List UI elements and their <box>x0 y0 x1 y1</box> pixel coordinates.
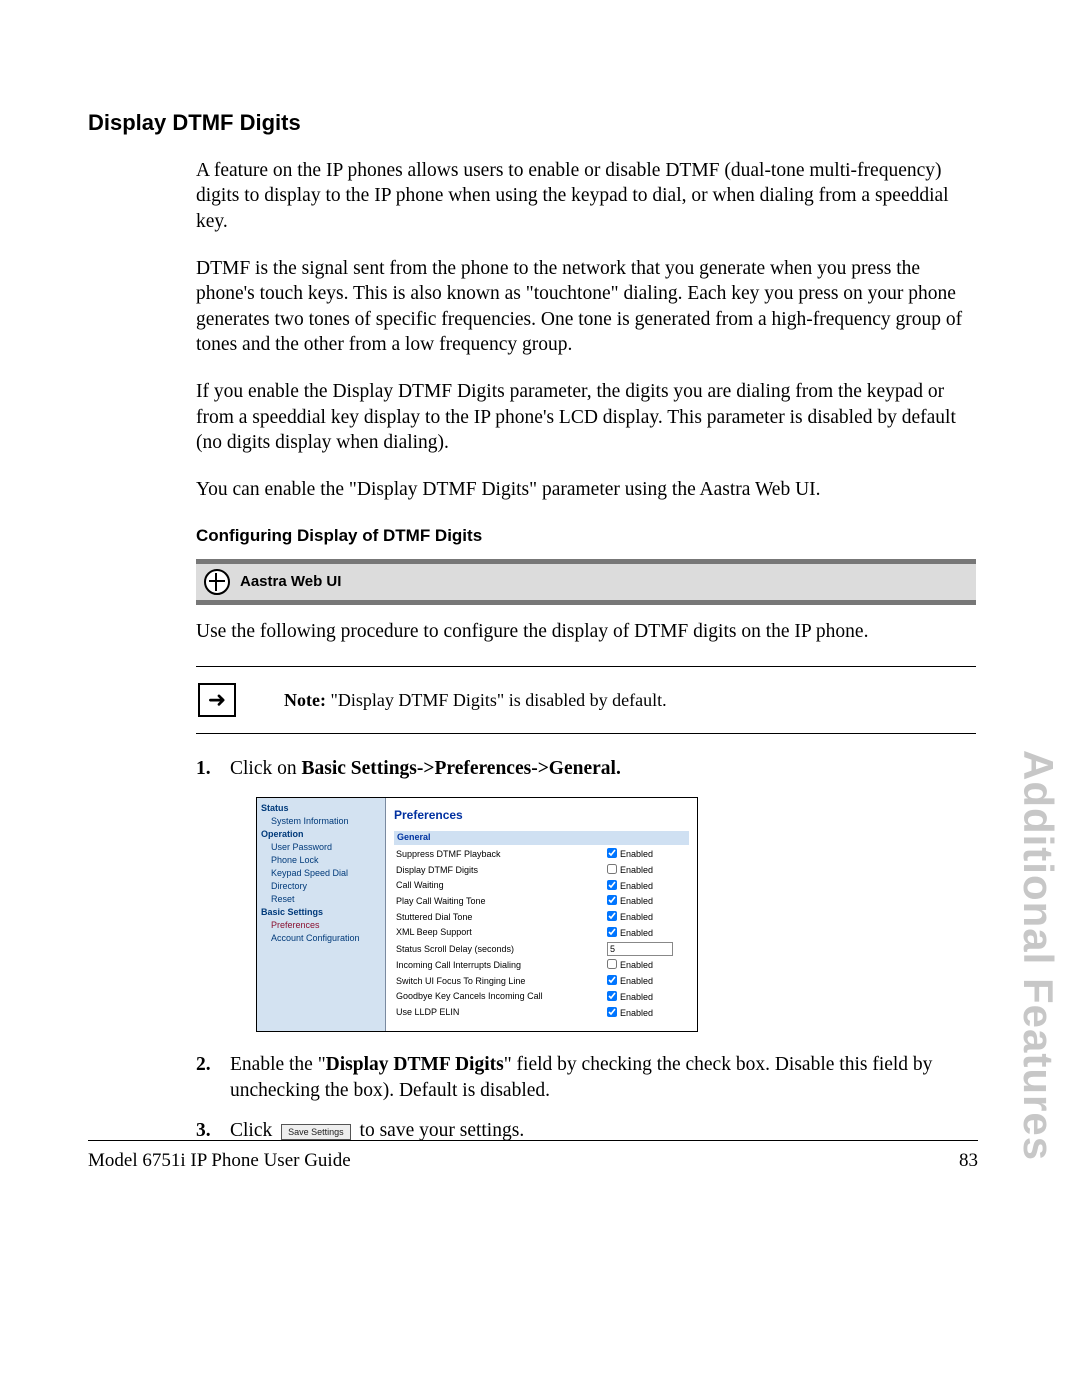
pref-label: Stuttered Dial Tone <box>394 910 605 926</box>
pref-label: Call Waiting <box>394 878 605 894</box>
paragraph: A feature on the IP phones allows users … <box>196 158 976 234</box>
pref-row: Stuttered Dial Tone Enabled <box>394 910 689 926</box>
webui-main: Preferences General Suppress DTMF Playba… <box>386 798 697 1031</box>
pref-row: Incoming Call Interrupts Dialing Enabled <box>394 958 689 974</box>
pref-row: Call Waiting Enabled <box>394 878 689 894</box>
section-title: Display DTMF Digits <box>88 110 978 136</box>
enabled-label: Enabled <box>620 881 653 891</box>
aastra-web-ui-banner: Aastra Web UI <box>196 559 976 605</box>
aastra-web-ui-screenshot: Status System Information Operation User… <box>256 797 698 1032</box>
pref-checkbox[interactable] <box>607 1007 617 1017</box>
enabled-label: Enabled <box>620 992 653 1002</box>
steps-list-cont: 2. Enable the "Display DTMF Digits" fiel… <box>196 1052 976 1145</box>
pref-checkbox[interactable] <box>607 864 617 874</box>
pref-checkbox[interactable] <box>607 927 617 937</box>
enabled-label: Enabled <box>620 849 653 859</box>
sidebar-item-preferences[interactable]: Preferences <box>261 919 381 932</box>
step-2: 2. Enable the "Display DTMF Digits" fiel… <box>196 1052 976 1105</box>
enabled-label: Enabled <box>620 1008 653 1018</box>
paragraph: DTMF is the signal sent from the phone t… <box>196 256 976 357</box>
pref-row: Switch UI Focus To Ringing Line Enabled <box>394 974 689 990</box>
pref-checkbox[interactable] <box>607 848 617 858</box>
sidebar-item-system-information[interactable]: System Information <box>261 815 381 828</box>
globe-icon <box>204 569 230 595</box>
pref-label: Display DTMF Digits <box>394 863 605 879</box>
sidebar-heading-operation: Operation <box>261 828 381 841</box>
sidebar-item-keypad-speed-dial[interactable]: Keypad Speed Dial <box>261 867 381 880</box>
pref-checkbox[interactable] <box>607 959 617 969</box>
pref-checkbox[interactable] <box>607 975 617 985</box>
pref-label: Status Scroll Delay (seconds) <box>394 941 605 958</box>
footer-rule <box>88 1140 978 1141</box>
side-tab-additional-features: Additional Features <box>1014 750 1062 1161</box>
pref-label: Switch UI Focus To Ringing Line <box>394 974 605 990</box>
subheading: Configuring Display of DTMF Digits <box>196 525 976 547</box>
pref-row: Play Call Waiting Tone Enabled <box>394 894 689 910</box>
pref-label: Play Call Waiting Tone <box>394 894 605 910</box>
pref-row: Use LLDP ELIN Enabled <box>394 1005 689 1021</box>
footer-page-number: 83 <box>959 1150 978 1172</box>
pref-checkbox[interactable] <box>607 880 617 890</box>
sidebar-heading-basic-settings: Basic Settings <box>261 906 381 919</box>
pref-checkbox[interactable] <box>607 911 617 921</box>
paragraph: If you enable the Display DTMF Digits pa… <box>196 379 976 455</box>
pref-row: Status Scroll Delay (seconds) <box>394 941 689 958</box>
pref-row: Display DTMF Digits Enabled <box>394 863 689 879</box>
webui-title: Preferences <box>394 808 689 824</box>
save-settings-button[interactable]: Save Settings <box>281 1124 351 1140</box>
pref-label: Use LLDP ELIN <box>394 1005 605 1021</box>
pref-label: Incoming Call Interrupts Dialing <box>394 958 605 974</box>
note-block: ➜ Note: "Display DTMF Digits" is disable… <box>196 666 976 734</box>
pref-row: XML Beep Support Enabled <box>394 925 689 941</box>
pref-row: Suppress DTMF Playback Enabled <box>394 847 689 863</box>
step-1: 1. Click on Basic Settings->Preferences-… <box>196 756 976 782</box>
pref-checkbox[interactable] <box>607 895 617 905</box>
sidebar-item-reset[interactable]: Reset <box>261 893 381 906</box>
pref-row: Goodbye Key Cancels Incoming Call Enabled <box>394 989 689 1005</box>
instruction-text: Use the following procedure to configure… <box>196 619 976 644</box>
pref-label: Suppress DTMF Playback <box>394 847 605 863</box>
enabled-label: Enabled <box>620 912 653 922</box>
preferences-table: Suppress DTMF PlaybackEnabledDisplay DTM… <box>394 847 689 1021</box>
pref-label: Goodbye Key Cancels Incoming Call <box>394 989 605 1005</box>
sidebar-item-user-password[interactable]: User Password <box>261 841 381 854</box>
enabled-label: Enabled <box>620 896 653 906</box>
pref-text-input[interactable] <box>607 942 673 956</box>
pref-label: XML Beep Support <box>394 925 605 941</box>
sidebar-item-phone-lock[interactable]: Phone Lock <box>261 854 381 867</box>
arrow-right-icon: ➜ <box>198 683 236 717</box>
footer-left: Model 6751i IP Phone User Guide <box>88 1150 351 1172</box>
sidebar-item-directory[interactable]: Directory <box>261 880 381 893</box>
enabled-label: Enabled <box>620 976 653 986</box>
aastra-web-ui-label: Aastra Web UI <box>240 572 341 592</box>
steps-list: 1. Click on Basic Settings->Preferences-… <box>196 756 976 782</box>
webui-sidebar: Status System Information Operation User… <box>257 798 386 1031</box>
sidebar-heading-status: Status <box>261 802 381 815</box>
enabled-label: Enabled <box>620 928 653 938</box>
webui-section-general: General <box>394 831 689 845</box>
note-text: Note: "Display DTMF Digits" is disabled … <box>284 689 667 712</box>
enabled-label: Enabled <box>620 960 653 970</box>
sidebar-item-account-configuration[interactable]: Account Configuration <box>261 932 381 945</box>
paragraph: You can enable the "Display DTMF Digits"… <box>196 477 976 502</box>
pref-checkbox[interactable] <box>607 991 617 1001</box>
enabled-label: Enabled <box>620 865 653 875</box>
